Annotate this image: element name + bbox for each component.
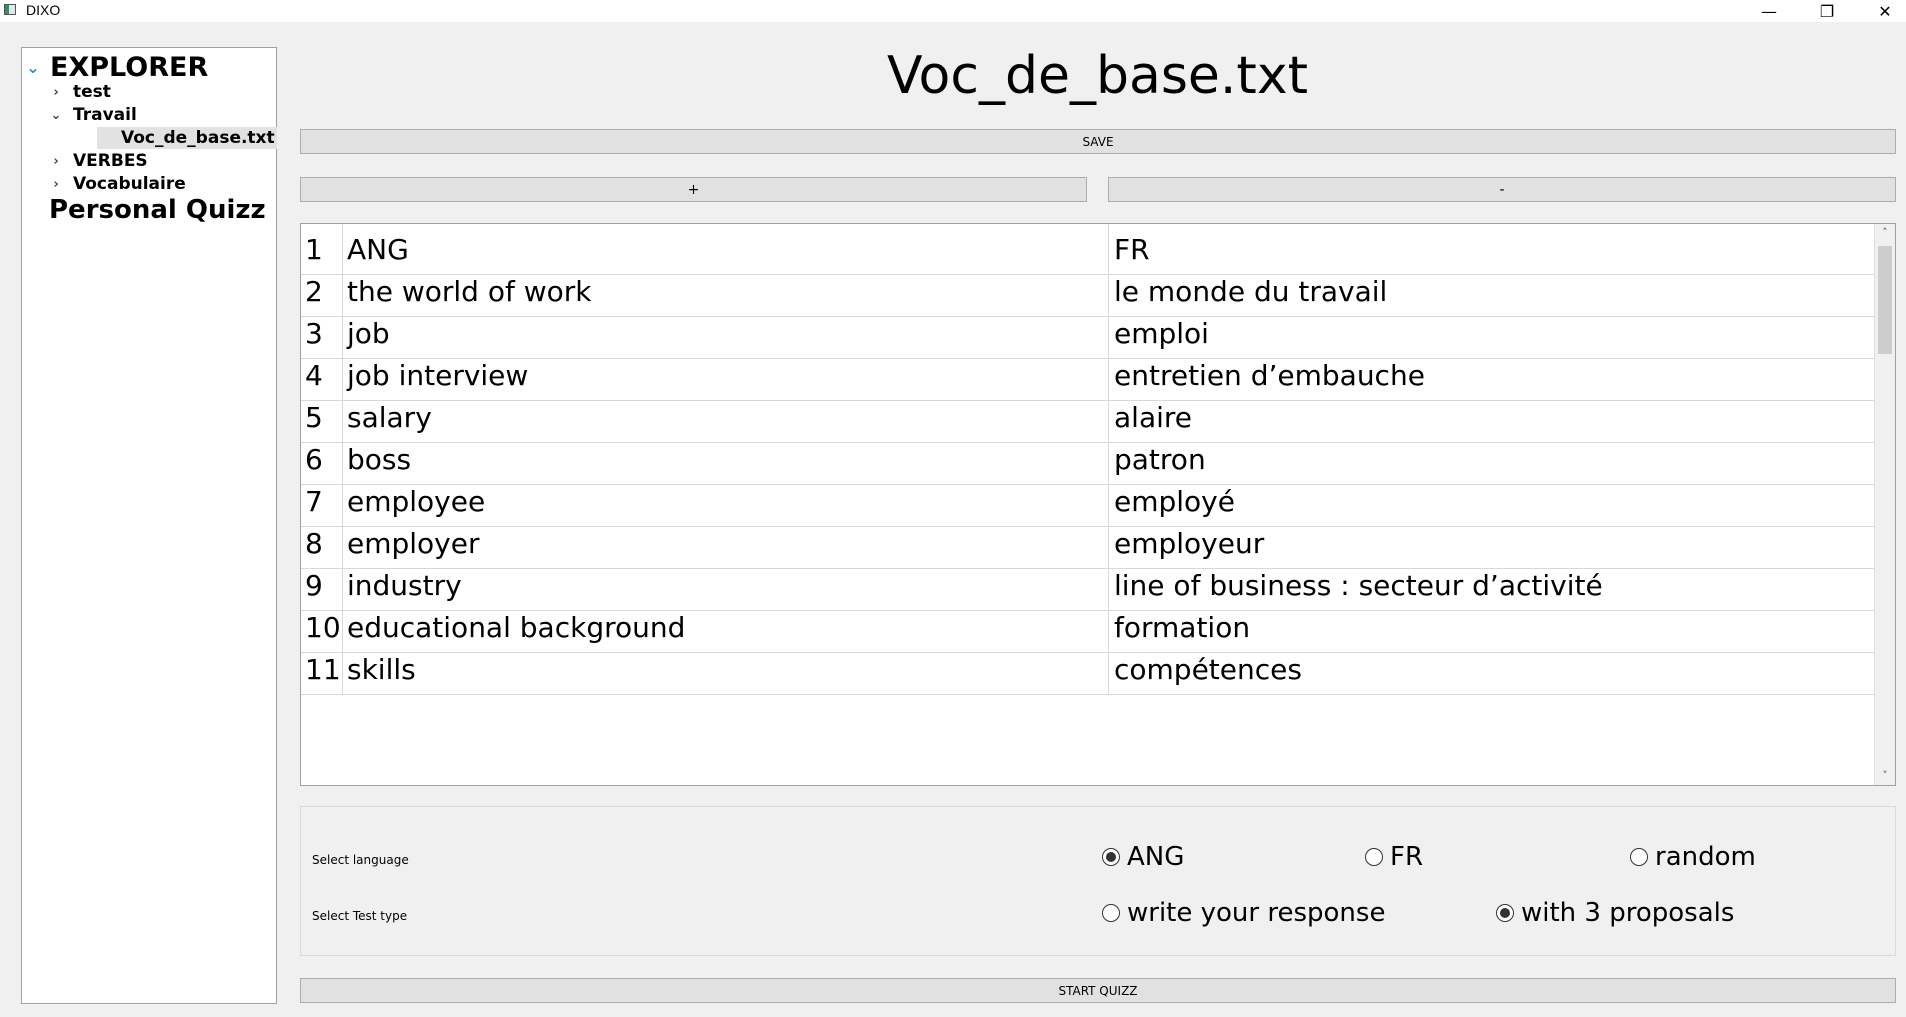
start-quiz-button[interactable]: START QUIZZ: [300, 978, 1896, 1003]
save-button[interactable]: SAVE: [300, 129, 1896, 154]
radio-checked-icon: [1102, 848, 1120, 866]
radio-test-write[interactable]: write your response: [1102, 898, 1385, 928]
chevron-right-icon: ›: [53, 153, 59, 169]
radio-checked-icon: [1496, 904, 1514, 922]
scroll-up-icon[interactable]: ˄: [1875, 224, 1895, 242]
close-button[interactable]: ✕: [1856, 0, 1906, 22]
scroll-down-icon[interactable]: ˅: [1875, 767, 1895, 785]
tree-item-travail[interactable]: ⌄ Travail: [49, 105, 137, 125]
tree-item-selected-file[interactable]: Voc_de_base.txt: [97, 127, 277, 149]
select-test-type-label: Select Test type: [312, 909, 408, 923]
table-row[interactable]: 11 skills compétences: [301, 644, 1875, 695]
remove-row-button[interactable]: -: [1108, 177, 1896, 202]
radio-label: with 3 proposals: [1521, 898, 1735, 928]
window-title: DIXO: [26, 2, 61, 18]
tree-item-label: test: [73, 82, 111, 102]
quiz-options-group: Select language ANG FR random Select Tes…: [300, 806, 1896, 956]
add-row-button[interactable]: +: [300, 177, 1087, 202]
explorer-root-label: EXPLORER: [50, 52, 209, 83]
radio-test-proposals[interactable]: with 3 proposals: [1496, 898, 1734, 928]
maximize-button[interactable]: ❐: [1798, 0, 1856, 22]
cell-ang[interactable]: skills: [343, 644, 1109, 695]
tree-item-label: Vocabulaire: [73, 174, 186, 194]
tree-item-label: VERBES: [73, 151, 148, 171]
explorer-panel: ⌄ EXPLORER › test ⌄ Travail Voc_de_base.…: [21, 47, 277, 1004]
radio-language-fr[interactable]: FR: [1365, 842, 1423, 872]
radio-unchecked-icon: [1365, 848, 1383, 866]
radio-label: ANG: [1127, 842, 1185, 872]
title-bar: DIXO — ❐ ✕: [0, 0, 1906, 22]
tree-item-label: Travail: [73, 105, 137, 125]
radio-unchecked-icon: [1102, 904, 1120, 922]
radio-label: FR: [1390, 842, 1424, 872]
tree-item-vocabulaire[interactable]: › Vocabulaire: [49, 174, 186, 194]
minimize-button[interactable]: —: [1740, 0, 1798, 22]
radio-language-ang[interactable]: ANG: [1102, 842, 1184, 872]
radio-language-random[interactable]: random: [1630, 842, 1756, 872]
chevron-down-icon: ⌄: [26, 58, 40, 77]
select-language-label: Select language: [312, 853, 409, 867]
row-number: 11: [305, 644, 343, 695]
app-icon: [4, 4, 16, 15]
tree-item-test[interactable]: › test: [49, 82, 111, 102]
chevron-right-icon: ›: [53, 176, 59, 192]
personal-quiz-item[interactable]: Personal Quizz: [49, 195, 266, 225]
table-scrollbar[interactable]: ˄ ˅: [1874, 224, 1895, 785]
radio-unchecked-icon: [1630, 848, 1648, 866]
explorer-root[interactable]: ⌄ EXPLORER: [26, 52, 208, 83]
tree-item-verbes[interactable]: › VERBES: [49, 151, 148, 171]
radio-label: random: [1655, 842, 1756, 872]
cell-fr[interactable]: compétences: [1109, 644, 1875, 695]
vocab-table: 1 ANG FR 2 the world of work le monde du…: [300, 223, 1896, 786]
page-title: Voc_de_base.txt: [887, 46, 1308, 106]
radio-label: write your response: [1127, 898, 1386, 928]
chevron-down-icon: ⌄: [50, 107, 62, 123]
scroll-thumb[interactable]: [1878, 246, 1892, 354]
chevron-right-icon: ›: [53, 84, 59, 100]
